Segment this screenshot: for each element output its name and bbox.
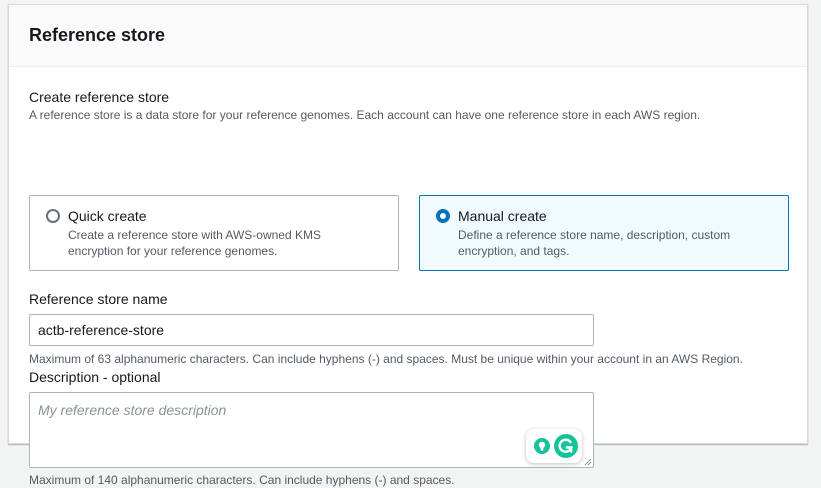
- quick-create-label: Quick create: [68, 208, 147, 224]
- description-textarea[interactable]: My reference store description: [29, 392, 594, 468]
- store-name-hint: Maximum of 63 alphanumeric characters. C…: [29, 352, 743, 366]
- description-hint: Maximum of 140 alphanumeric characters. …: [29, 473, 455, 487]
- create-store-label: Create reference store: [29, 89, 170, 105]
- grammarly-g-icon[interactable]: [554, 434, 578, 458]
- grammarly-widget[interactable]: [526, 429, 582, 463]
- store-name-label: Reference store name: [29, 291, 168, 307]
- quick-create-radio[interactable]: [46, 209, 60, 223]
- panel-title: Reference store: [29, 25, 166, 45]
- quick-create-tile[interactable]: Quick create Create a reference store wi…: [29, 195, 399, 271]
- description-placeholder: My reference store description: [38, 402, 227, 418]
- manual-create-tile[interactable]: Manual create Define a reference store n…: [419, 195, 789, 271]
- resize-handle-icon[interactable]: [584, 458, 592, 466]
- panel-header: Reference store: [9, 5, 807, 67]
- manual-create-label: Manual create: [458, 208, 547, 224]
- lightbulb-icon[interactable]: [534, 438, 550, 454]
- manual-create-radio[interactable]: [436, 209, 450, 223]
- description-label: Description - optional: [29, 369, 161, 385]
- store-name-input[interactable]: actb-reference-store: [29, 314, 594, 346]
- reference-store-panel: Reference store Create reference store A…: [8, 4, 808, 487]
- create-store-description: A reference store is a data store for yo…: [29, 108, 701, 122]
- manual-create-description: Define a reference store name, descripti…: [458, 228, 731, 258]
- quick-create-description: Create a reference store with AWS-owned …: [68, 228, 321, 258]
